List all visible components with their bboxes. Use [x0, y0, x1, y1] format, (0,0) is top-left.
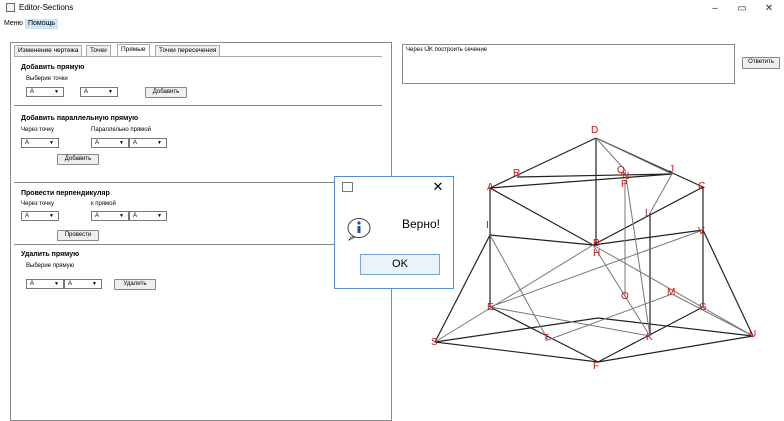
label-s: S	[431, 337, 438, 348]
menu-bar	[0, 18, 784, 30]
add-parallel-point-select[interactable]: A ▼	[21, 138, 59, 148]
add-line-button[interactable]: Добавить	[145, 87, 187, 98]
dialog-message: Верно!	[402, 217, 440, 231]
message-dialog: ✕ Верно! OK	[334, 176, 454, 289]
label-k: K	[646, 332, 653, 343]
select-value: A	[25, 140, 30, 146]
task-text-box[interactable]: Через IJK построить сечение	[402, 44, 735, 84]
add-parallel-line-p1-select[interactable]: A ▼	[91, 138, 129, 148]
menu-item-help[interactable]: Помощь	[25, 19, 59, 29]
label-i: I	[486, 220, 489, 231]
tab-content-border	[14, 56, 382, 57]
window-title: Editor-Sections	[19, 3, 74, 12]
label-m: M	[667, 287, 675, 298]
chevron-down-icon: ▼	[157, 213, 162, 219]
group-divider	[14, 244, 382, 245]
chevron-down-icon: ▼	[54, 89, 59, 95]
app-icon	[6, 3, 15, 12]
edge	[624, 169, 651, 337]
ok-button[interactable]: OK	[360, 254, 440, 275]
label-v: V	[698, 226, 705, 237]
edge-path	[489, 306, 704, 363]
delete-line-heading: Удалить прямую	[21, 251, 80, 258]
edge-path	[434, 317, 754, 343]
perpendicular-button[interactable]: Провести	[57, 230, 99, 241]
minimize-button[interactable]: –	[702, 0, 728, 18]
label-a: A	[487, 182, 494, 193]
select-value: A	[84, 89, 89, 95]
add-parallel-through-label: Через точку	[21, 127, 54, 133]
delete-line-p1-select[interactable]: A ▼	[26, 279, 64, 289]
label-t: T	[543, 333, 549, 344]
delete-line-hint: Выберие прямую	[26, 263, 75, 269]
edge	[649, 173, 673, 214]
chevron-down-icon: ▼	[119, 213, 124, 219]
select-value: A	[25, 213, 30, 219]
edge	[595, 137, 673, 175]
chevron-down-icon: ▼	[119, 140, 124, 146]
perpendicular-point-select[interactable]: A ▼	[21, 211, 59, 221]
select-value: A	[68, 281, 73, 287]
edge	[489, 234, 549, 341]
edge-path	[434, 187, 754, 363]
perpendicular-through-label: Через точку	[21, 201, 54, 207]
add-line-hint: Выберие точки	[26, 76, 68, 82]
label-l: L	[645, 208, 651, 219]
perpendicular-line-p2-select[interactable]: A ▼	[129, 211, 167, 221]
perpendicular-heading: Провести перпендикуляр	[21, 190, 110, 197]
add-parallel-button[interactable]: Добавить	[57, 154, 99, 165]
add-parallel-line-label: Параллельно прямой	[91, 127, 151, 133]
group-divider	[14, 182, 382, 183]
delete-line-button[interactable]: Удалить	[114, 279, 156, 290]
label-c: C	[698, 181, 705, 192]
perpendicular-line-label: к прямой	[91, 201, 116, 207]
close-button[interactable]: ✕	[756, 0, 782, 18]
add-line-heading: Добавить прямую	[21, 64, 85, 71]
label-f: F	[593, 361, 599, 372]
menu-item-menu[interactable]: Меню	[1, 19, 26, 29]
label-p: P	[621, 179, 628, 190]
select-value: A	[95, 140, 100, 146]
select-value: A	[133, 140, 138, 146]
select-value: A	[30, 281, 35, 287]
chevron-down-icon: ▼	[92, 281, 97, 287]
maximize-button[interactable]: ▭	[729, 0, 755, 18]
task-text: Через IJK построить сечение	[406, 47, 488, 53]
label-g: G	[699, 302, 707, 313]
select-value: A	[95, 213, 100, 219]
select-value: A	[133, 213, 138, 219]
edge	[671, 293, 754, 337]
title-bar	[0, 0, 784, 18]
chevron-down-icon: ▼	[49, 213, 54, 219]
label-u: U	[749, 329, 756, 340]
select-value: A	[30, 89, 35, 95]
edge	[434, 244, 594, 343]
label-j: J	[669, 164, 674, 175]
dialog-close-button[interactable]: ✕	[429, 179, 447, 195]
answer-button[interactable]: Ответить	[742, 57, 780, 69]
chevron-down-icon: ▼	[157, 140, 162, 146]
delete-line-p2-select[interactable]: A ▼	[64, 279, 102, 289]
add-parallel-heading: Добавить параллельную прямую	[21, 115, 139, 122]
chevron-down-icon: ▼	[54, 281, 59, 287]
label-e: E	[487, 302, 494, 313]
label-r: R	[513, 168, 520, 179]
add-line-point2-select[interactable]: A ▼	[80, 87, 118, 97]
chevron-down-icon: ▼	[49, 140, 54, 146]
chevron-down-icon: ▼	[108, 89, 113, 95]
info-icon	[347, 218, 371, 241]
add-parallel-line-p2-select[interactable]: A ▼	[129, 138, 167, 148]
label-h: H	[593, 248, 600, 259]
label-d: D	[591, 125, 598, 136]
add-line-point1-select[interactable]: A ▼	[26, 87, 64, 97]
perpendicular-line-p1-select[interactable]: A ▼	[91, 211, 129, 221]
label-o: O	[621, 291, 629, 302]
dialog-app-icon	[342, 182, 353, 192]
geometry-canvas[interactable]: D R Q N P J A C L I V B H O M E G S T K …	[402, 86, 784, 421]
group-divider	[14, 105, 382, 106]
